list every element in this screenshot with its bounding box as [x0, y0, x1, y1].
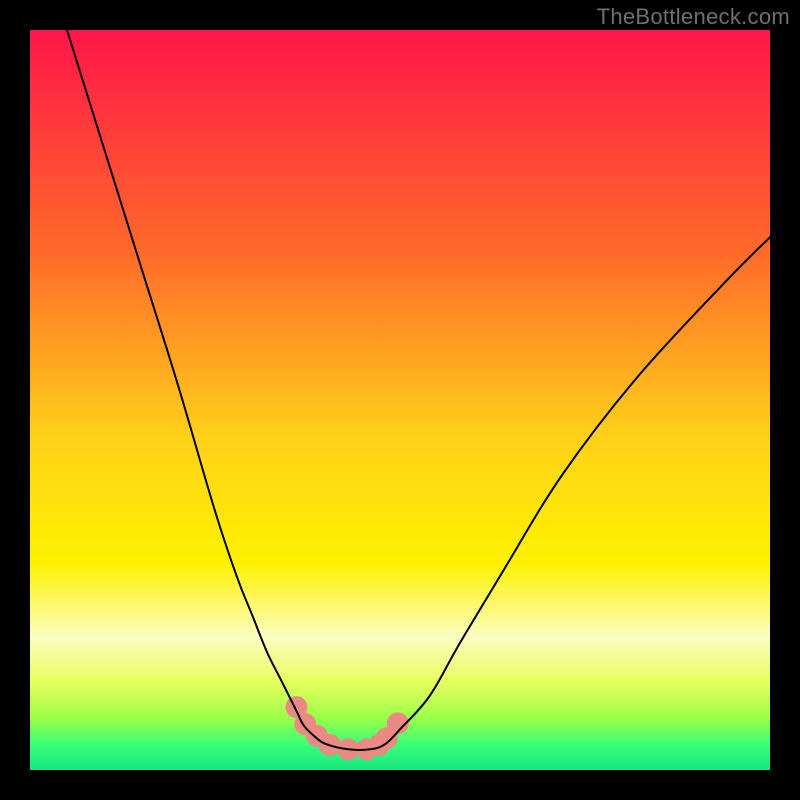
gradient-background: [30, 30, 770, 770]
watermark-text: TheBottleneck.com: [597, 4, 790, 30]
chart-svg: [30, 30, 770, 770]
chart-frame: TheBottleneck.com: [0, 0, 800, 800]
plot-area: [30, 30, 770, 770]
